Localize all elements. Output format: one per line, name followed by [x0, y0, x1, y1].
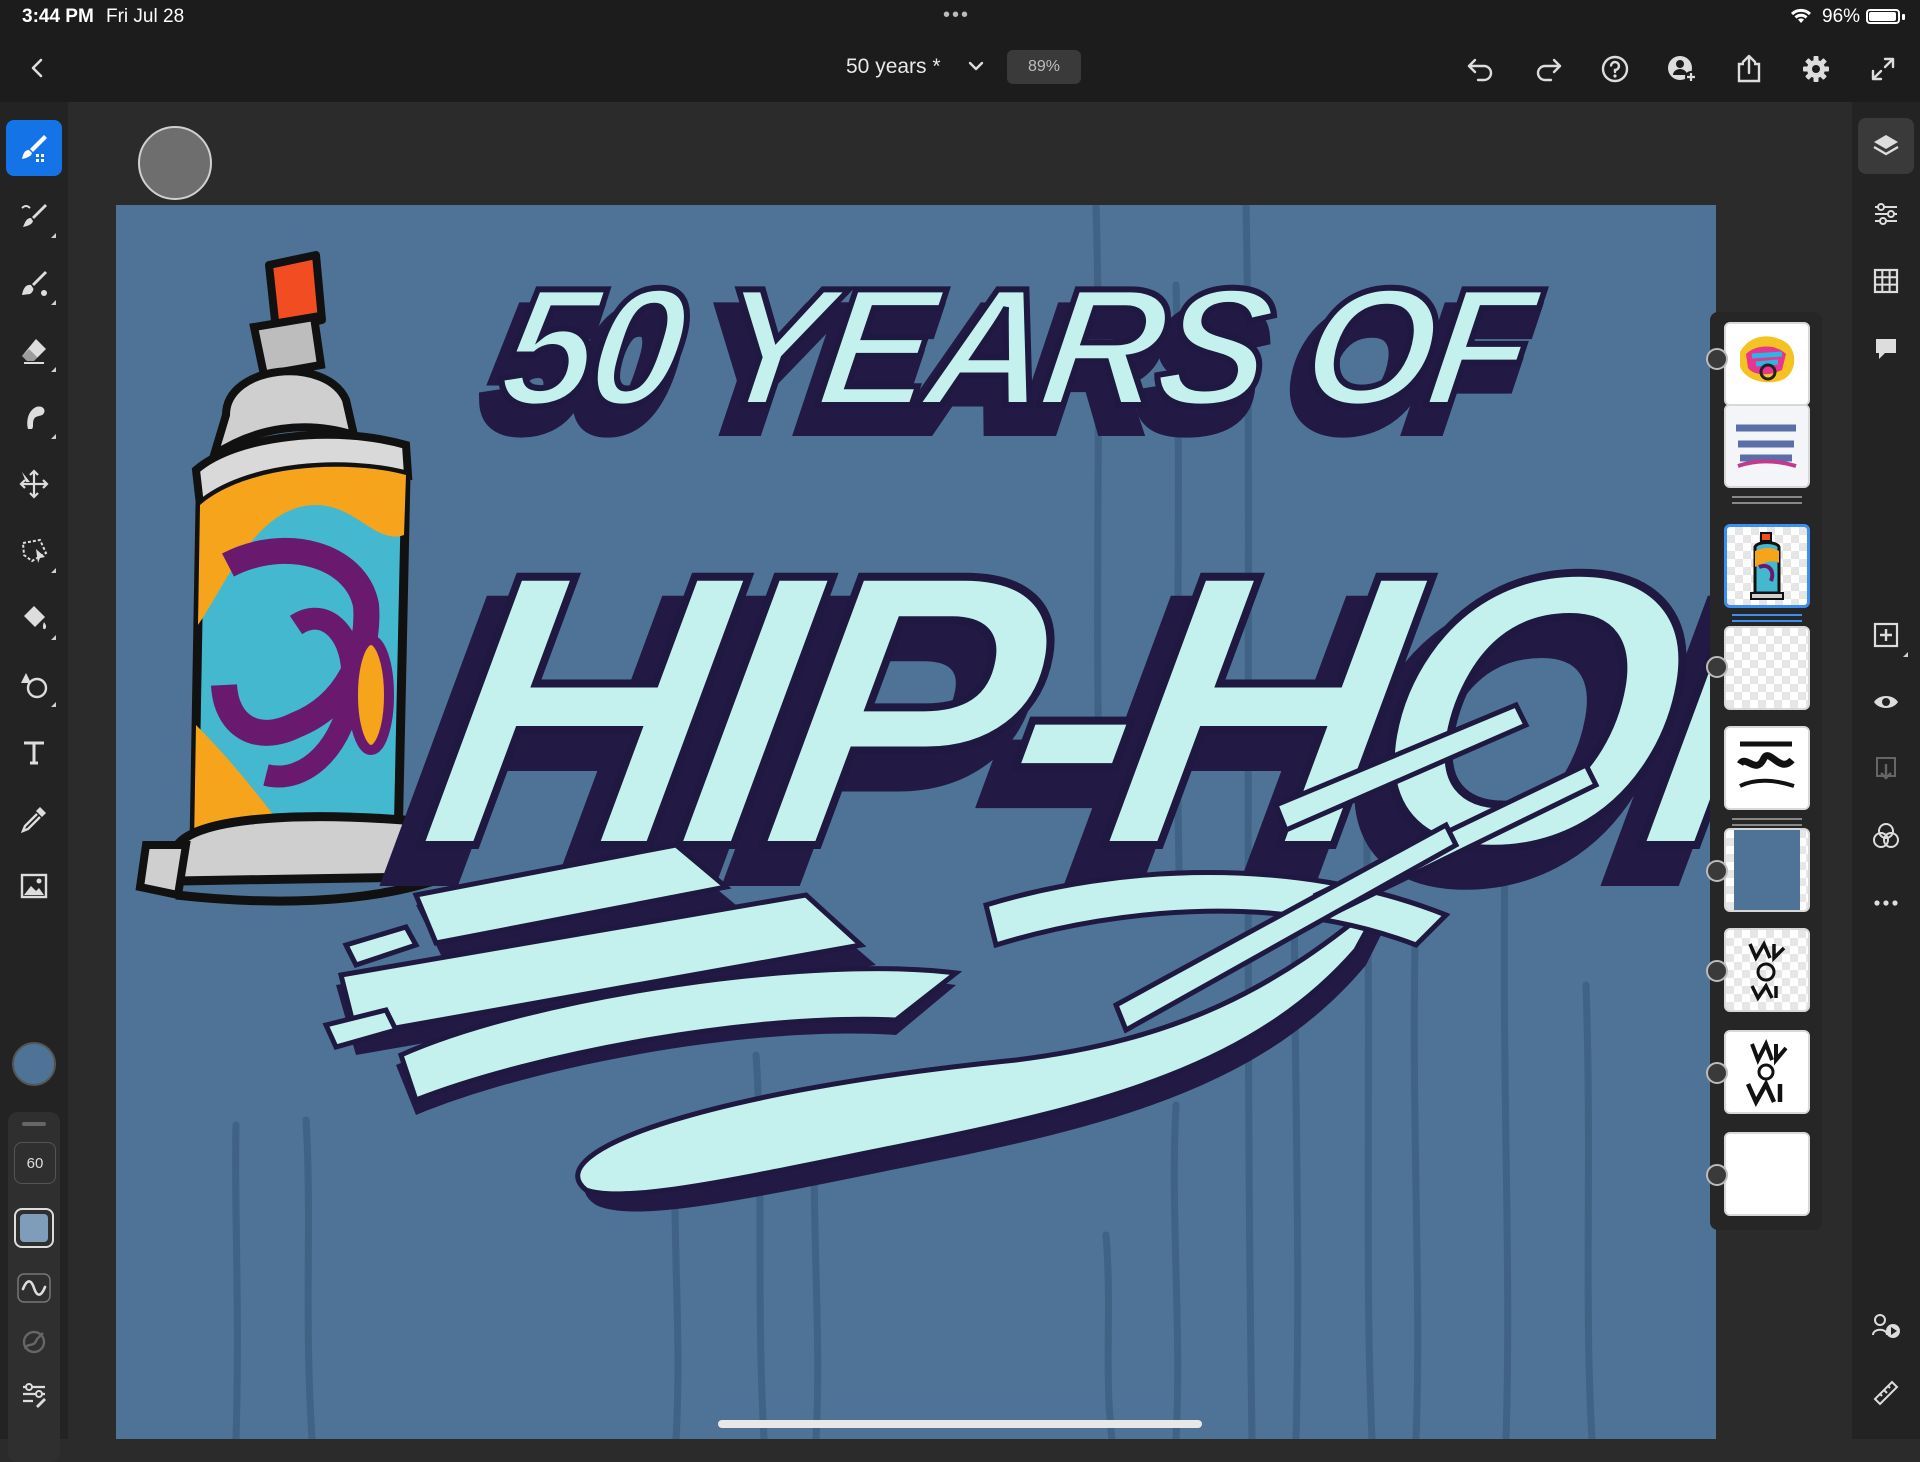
livestream-icon[interactable] [1858, 1298, 1914, 1354]
status-bar: 3:44 PM Fri Jul 28 ••• 96% [0, 0, 1920, 34]
zoom-level[interactable]: 89% [1007, 50, 1081, 84]
add-layer-icon[interactable] [1858, 607, 1914, 663]
home-indicator[interactable] [718, 1420, 1202, 1428]
fill-icon[interactable] [6, 590, 62, 646]
layer-thumbnail[interactable] [1724, 928, 1810, 1012]
layers-icon[interactable] [1858, 118, 1914, 174]
layer-mask-badge [1706, 860, 1728, 882]
panel-handle[interactable] [22, 1122, 46, 1126]
layer-thumbnail[interactable] [1724, 626, 1810, 710]
redo-icon[interactable] [1529, 50, 1567, 88]
layer-thumbnail[interactable] [1724, 1030, 1810, 1114]
layer-thumbnail[interactable] [1724, 404, 1810, 488]
comments-icon[interactable] [1858, 320, 1914, 376]
eraser-icon[interactable] [6, 322, 62, 378]
right-toolbar [1852, 102, 1920, 1439]
image-icon[interactable] [6, 858, 62, 914]
smudge-icon[interactable] [6, 389, 62, 445]
layer-thumbnail-selected[interactable] [1724, 524, 1810, 608]
layer-thumbnail[interactable] [1724, 828, 1810, 912]
settings-icon[interactable] [1797, 50, 1835, 88]
multitasking-dots-icon[interactable]: ••• [943, 4, 970, 27]
chevron-down-icon[interactable] [962, 52, 990, 80]
layer-image-badge [1706, 348, 1728, 370]
shapes-icon[interactable] [6, 657, 62, 713]
brush-settings-icon[interactable] [14, 1374, 54, 1414]
battery-percentage: 96% [1822, 6, 1861, 27]
artwork: 50 YEARS OF 50 YEARS OF HIP-HOP HIP-HOP [135, 205, 1716, 1439]
layer-mask-badge [1706, 960, 1728, 982]
layer-mask-badge [1706, 656, 1728, 678]
flow-icon[interactable] [14, 1268, 54, 1308]
layer-image-badge [1706, 1164, 1728, 1186]
artboard[interactable]: 50 YEARS OF 50 YEARS OF HIP-HOP HIP-HOP [116, 205, 1716, 1439]
layer-thumbnail[interactable] [1724, 726, 1810, 810]
undo-icon[interactable] [1462, 50, 1500, 88]
headline-top: 50 YEARS OF [491, 253, 1550, 441]
blend-icon[interactable] [1858, 808, 1914, 864]
document-title[interactable]: 50 years * [846, 55, 941, 79]
pixel-brush-icon[interactable] [6, 120, 62, 176]
status-time: 3:44 PM [22, 6, 94, 27]
brush-size[interactable]: 60 [14, 1142, 56, 1184]
invite-icon[interactable] [1663, 50, 1701, 88]
brush-settings-panel: 60 [8, 1112, 60, 1462]
more-icon[interactable] [1858, 875, 1914, 931]
color-picker[interactable] [12, 1042, 56, 1086]
selection-icon[interactable] [6, 523, 62, 579]
text-icon[interactable] [6, 724, 62, 780]
canvas-workspace[interactable]: 50 YEARS OF 50 YEARS OF HIP-HOP HIP-HOP [68, 102, 1852, 1439]
layer-mask-badge [1706, 1062, 1728, 1084]
brush-cursor-preview [138, 126, 212, 200]
layers-panel [1706, 312, 1822, 1230]
layer-thumbnail[interactable] [1724, 322, 1810, 406]
properties-icon[interactable] [1858, 186, 1914, 242]
share-icon[interactable] [1730, 50, 1768, 88]
brush-color-swatch[interactable] [14, 1208, 54, 1248]
move-icon[interactable] [6, 456, 62, 512]
top-toolbar: 50 years * 89% [0, 34, 1920, 102]
vector-brush-icon[interactable] [6, 255, 62, 311]
fullscreen-icon[interactable] [1864, 50, 1902, 88]
live-brush-icon[interactable] [6, 188, 62, 244]
chevron-left-icon[interactable] [20, 50, 56, 86]
layer-thumbnail[interactable] [1724, 1132, 1810, 1216]
status-date: Fri Jul 28 [106, 6, 185, 27]
eyedropper-icon[interactable] [6, 791, 62, 847]
wifi-icon [1788, 4, 1814, 26]
grid-icon[interactable] [1858, 253, 1914, 309]
merge-down-icon[interactable] [1858, 741, 1914, 797]
pressure-icon[interactable] [14, 1322, 54, 1362]
visibility-icon[interactable] [1858, 674, 1914, 730]
ruler-icon[interactable] [1858, 1365, 1914, 1421]
left-toolbar: 60 [0, 102, 68, 1462]
help-icon[interactable] [1596, 50, 1634, 88]
battery-icon [1866, 9, 1900, 24]
